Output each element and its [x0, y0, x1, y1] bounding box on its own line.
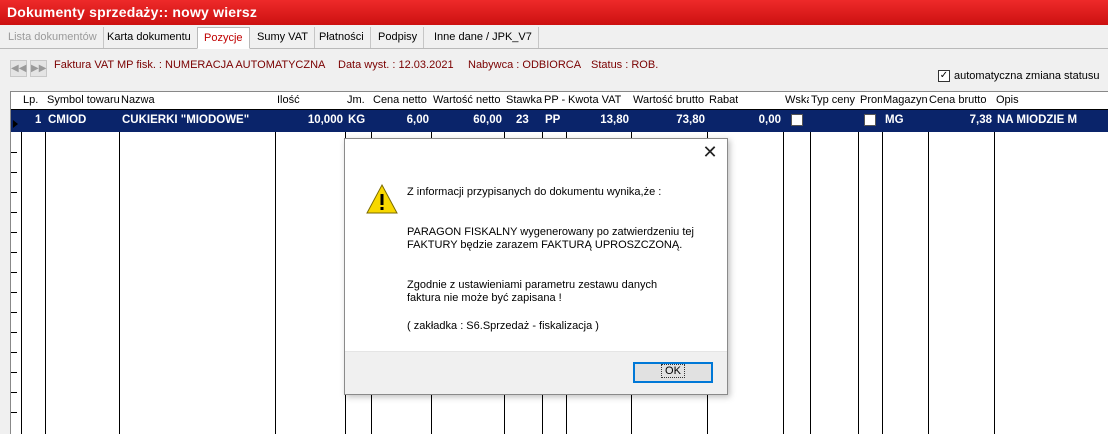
dialog-line-6: ( zakładka : S6.Sprzedaż - fiskalizacja … [407, 320, 599, 332]
cell-prom-checkbox[interactable] [864, 114, 876, 126]
tab-sumy-vat[interactable]: Sumy VAT [251, 27, 315, 48]
col-prom[interactable]: Prom [860, 94, 882, 106]
warning-icon [366, 183, 398, 214]
dialog-line-3: FAKTURY będzie zarazem FAKTURĄ UPROSZCZO… [407, 239, 683, 251]
dialog-footer: OK [345, 351, 727, 394]
tab-karta-dokumentu[interactable]: Karta dokumentu [101, 27, 198, 48]
cell-cena-netto[interactable]: 6,00 [407, 114, 429, 126]
col-jm[interactable]: Jm. [347, 94, 365, 106]
cell-ilosc[interactable]: 10,000 [308, 114, 343, 126]
dialog-line-5: faktura nie może być zapisana ! [407, 292, 562, 304]
col-magazyn[interactable]: Magazyn [883, 94, 928, 106]
document-status: Status : ROB. [591, 59, 659, 71]
col-ilosc[interactable]: Ilość [277, 94, 300, 106]
tab-inne-dane[interactable]: Inne dane / JPK_V7 [428, 27, 539, 48]
cell-jm[interactable]: KG [348, 114, 365, 126]
dialog-line-4: Zgodnie z ustawieniami parametru zestawu… [407, 279, 658, 291]
document-buyer: Nabywca : ODBIORCA [468, 59, 582, 71]
col-wartosc-netto[interactable]: Wartość netto [433, 94, 500, 106]
col-typ-ceny[interactable]: Typ ceny [811, 94, 855, 106]
col-rabat[interactable]: Rabat [709, 94, 738, 106]
window-title: Dokumenty sprzedaży:: nowy wiersz [0, 0, 1108, 25]
ok-button-label: OK [661, 364, 685, 378]
col-nazwa[interactable]: Nazwa [121, 94, 155, 106]
cell-wartosc-netto[interactable]: 60,00 [473, 114, 502, 126]
first-record-icon[interactable]: ◀◀ [10, 60, 27, 77]
col-symbol[interactable]: Symbol towaru [47, 94, 120, 106]
cell-rabat[interactable]: 0,00 [759, 114, 781, 126]
last-record-icon[interactable]: ▶▶ [30, 60, 47, 77]
col-kwota-vat[interactable]: Kwota VAT [568, 94, 621, 106]
close-icon[interactable]: ✕ [701, 143, 719, 161]
cell-symbol[interactable]: CMIOD [48, 114, 86, 126]
col-lp[interactable]: Lp. [23, 94, 38, 106]
document-type: Faktura VAT MP fisk. : NUMERACJA AUTOMAT… [54, 59, 326, 71]
current-row-marker-icon [13, 120, 18, 128]
cell-stawka[interactable]: 23 [516, 114, 529, 126]
cell-kwota-vat[interactable]: 13,80 [600, 114, 629, 126]
tab-pozycje[interactable]: Pozycje [197, 27, 250, 49]
tab-platnosci[interactable]: Płatności [313, 27, 371, 48]
tab-bar: Lista dokumentów Karta dokumentu Pozycje… [0, 27, 1108, 49]
col-opis[interactable]: Opis [996, 94, 1019, 106]
col-wska[interactable]: Wska [785, 94, 809, 106]
cell-pp[interactable]: PP [545, 114, 560, 126]
col-wartosc-brutto[interactable]: Wartość brutto [633, 94, 704, 106]
cell-opis[interactable]: NA MIODZIE M [997, 114, 1108, 126]
dialog-line-2: PARAGON FISKALNY wygenerowany po zatwier… [407, 226, 694, 238]
auto-status-label: automatyczna zmiana statusu [954, 70, 1100, 82]
col-pp[interactable]: PP - [544, 94, 565, 106]
dialog-line-1: Z informacji przypisanych do dokumentu w… [407, 186, 662, 198]
table-row[interactable]: 1 CMIOD CUKIERKI "MIODOWE" 10,000 KG 6,0… [11, 110, 1108, 132]
auto-status-toggle[interactable]: ✓ automatyczna zmiana statusu [938, 70, 1100, 83]
row-indicator-column [11, 92, 21, 434]
col-cena-brutto[interactable]: Cena brutto [929, 94, 986, 106]
cell-wartosc-brutto[interactable]: 73,80 [676, 114, 705, 126]
ok-button[interactable]: OK [633, 362, 713, 383]
document-date: Data wyst. : 12.03.2021 [338, 59, 454, 71]
cell-wska-checkbox[interactable] [791, 114, 803, 126]
col-stawka[interactable]: Stawka [506, 94, 542, 106]
tab-lista-dokumentow[interactable]: Lista dokumentów [2, 27, 104, 48]
grid-header: Lp. Symbol towaru Nazwa Ilość Jm. Cena n… [11, 92, 1108, 110]
auto-status-checkbox[interactable]: ✓ [938, 70, 950, 83]
col-cena-netto[interactable]: Cena netto [373, 94, 427, 106]
cell-nazwa[interactable]: CUKIERKI "MIODOWE" [122, 114, 249, 126]
cell-magazyn[interactable]: MG [885, 114, 904, 126]
tab-podpisy[interactable]: Podpisy [372, 27, 425, 48]
cell-lp[interactable]: 1 [35, 114, 41, 126]
cell-cena-brutto[interactable]: 7,38 [970, 114, 992, 126]
warning-dialog: ✕ Z informacji przypisanych do dokumentu… [344, 138, 728, 395]
